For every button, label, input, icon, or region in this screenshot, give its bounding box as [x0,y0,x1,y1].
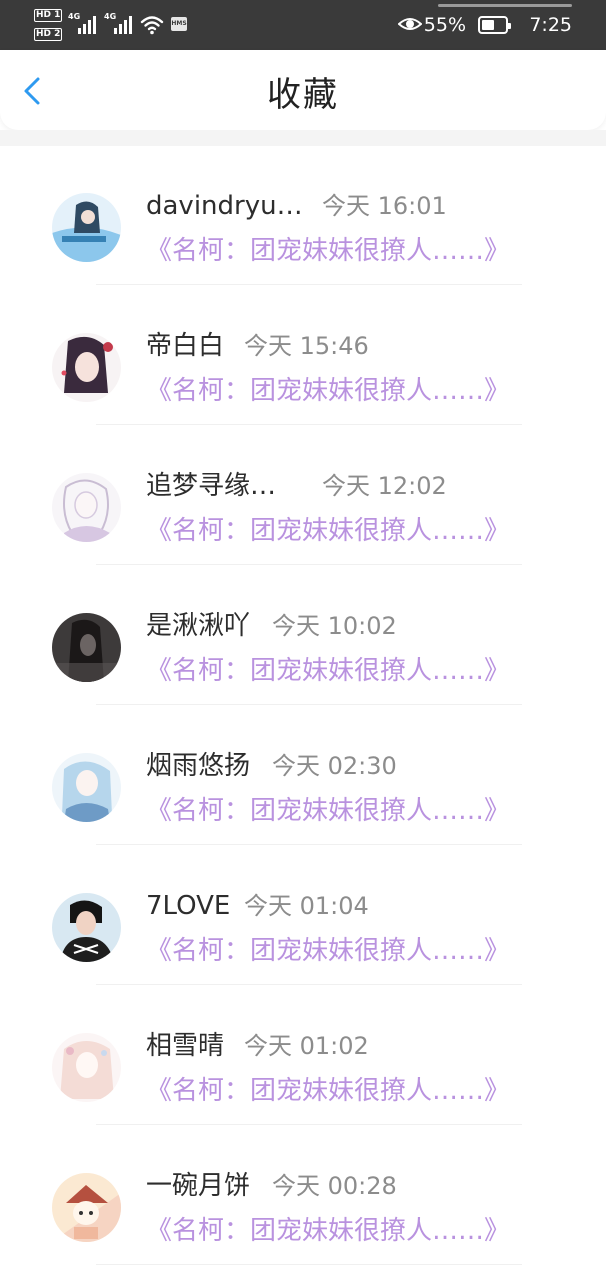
name-row: 7LOVE 今天 01:04 [146,886,369,926]
row-divider [96,1264,522,1265]
book-title-link[interactable]: 《名柯：团宠妹妹很撩人……》 [146,932,510,970]
gesture-indicator [438,4,572,7]
favorite-time: 今天 15:46 [244,332,369,360]
avatar-image [52,893,121,962]
signal2-icon [114,14,136,34]
wifi-icon [140,16,164,35]
avatar-image [52,1173,121,1242]
favorite-list-item[interactable]: 一碗月饼 今天 00:28 《名柯：团宠妹妹很撩人……》 [0,1126,606,1266]
user-name[interactable]: 一碗月饼 [146,1166,272,1206]
row-divider [96,984,522,985]
favorite-list-item[interactable]: 追梦寻缘… 今天 12:02 《名柯：团宠妹妹很撩人……》 [0,426,606,566]
book-title-link[interactable]: 《名柯：团宠妹妹很撩人……》 [146,372,510,410]
name-row: davindryu… 今天 16:01 [146,186,447,226]
user-avatar[interactable] [52,1173,121,1242]
name-row: 帝白白 今天 15:46 [146,326,369,366]
user-name[interactable]: 烟雨悠扬 [146,746,272,786]
avatar-image [52,613,121,682]
favorite-time: 今天 10:02 [272,612,397,640]
eye-comfort-icon [398,18,422,30]
favorite-list-item[interactable]: 帝白白 今天 15:46 《名柯：团宠妹妹很撩人……》 [0,286,606,426]
favorite-list-item[interactable]: davindryu… 今天 16:01 《名柯：团宠妹妹很撩人……》 [0,146,606,286]
favorite-list-item[interactable]: 是湫湫吖 今天 10:02 《名柯：团宠妹妹很撩人……》 [0,566,606,706]
avatar-image [52,1033,121,1102]
name-row: 是湫湫吖 今天 10:02 [146,606,397,646]
name-row: 相雪晴 今天 01:02 [146,1026,369,1066]
user-avatar[interactable] [52,753,121,822]
battery-percent: 55% [423,14,466,36]
book-title-link[interactable]: 《名柯：团宠妹妹很撩人……》 [146,652,510,690]
user-avatar[interactable] [52,1033,121,1102]
book-title-link[interactable]: 《名柯：团宠妹妹很撩人……》 [146,1072,510,1110]
user-avatar[interactable] [52,193,121,262]
name-row: 烟雨悠扬 今天 02:30 [146,746,397,786]
header-separator [0,130,606,146]
battery-icon [478,16,511,34]
favorite-time: 今天 00:28 [272,1172,397,1200]
user-name[interactable]: 帝白白 [146,326,244,366]
status-bar: HD 1 HD 2 4G 4G HMS 55% 7:25 [0,0,606,50]
favorite-time: 今天 16:01 [322,192,447,220]
user-name[interactable]: davindryu… [146,186,322,226]
user-name[interactable]: 是湫湫吖 [146,606,272,646]
book-title-link[interactable]: 《名柯：团宠妹妹很撩人……》 [146,792,510,830]
status-clock: 7:25 [529,14,572,36]
signal1-icon [78,14,100,34]
row-divider [96,564,522,565]
row-divider [96,424,522,425]
favorite-list-item[interactable]: 烟雨悠扬 今天 02:30 《名柯：团宠妹妹很撩人……》 [0,706,606,846]
avatar-image [52,473,121,542]
favorite-time: 今天 01:04 [244,892,369,920]
favorite-time: 今天 02:30 [272,752,397,780]
page-title: 收藏 [267,75,339,115]
user-avatar[interactable] [52,333,121,402]
user-name[interactable]: 相雪晴 [146,1026,244,1066]
favorite-list-item[interactable]: 7LOVE 今天 01:04 《名柯：团宠妹妹很撩人……》 [0,846,606,986]
favorite-time: 今天 12:02 [322,472,447,500]
sim1-hd-badge: HD 1 [34,9,63,22]
row-divider [96,704,522,705]
favorite-time: 今天 01:02 [244,1032,369,1060]
name-row: 一碗月饼 今天 00:28 [146,1166,397,1206]
row-divider [96,844,522,845]
book-title-link[interactable]: 《名柯：团宠妹妹很撩人……》 [146,1212,510,1250]
top-app-bar: 收藏 [0,50,606,130]
user-name[interactable]: 7LOVE [146,886,244,926]
sim2-hd-badge: HD 2 [34,28,63,41]
avatar-image [52,753,121,822]
row-divider [96,284,522,285]
avatar-image [52,333,121,402]
user-avatar[interactable] [52,893,121,962]
avatar-image [52,193,121,262]
book-title-link[interactable]: 《名柯：团宠妹妹很撩人……》 [146,512,510,550]
user-avatar[interactable] [52,613,121,682]
favorite-list-item[interactable]: 相雪晴 今天 01:02 《名柯：团宠妹妹很撩人……》 [0,986,606,1126]
hms-icon: HMS [171,17,187,31]
dual-sim-indicator: HD 1 HD 2 [34,8,64,42]
name-row: 追梦寻缘… 今天 12:02 [146,466,447,506]
book-title-link[interactable]: 《名柯：团宠妹妹很撩人……》 [146,232,510,270]
user-name[interactable]: 追梦寻缘… [146,466,322,506]
user-avatar[interactable] [52,473,121,542]
row-divider [96,1124,522,1125]
